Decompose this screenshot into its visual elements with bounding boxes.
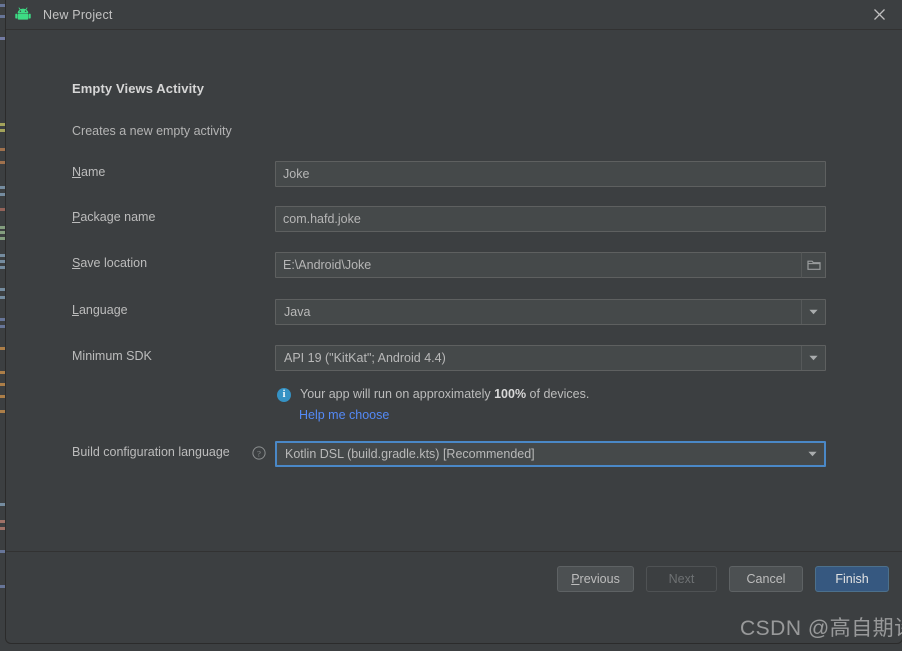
package-name-label-rest: ackage name (80, 210, 156, 224)
name-label-mnemonic: N (72, 165, 82, 179)
devices-info-message: i Your app will run on approximately 100… (277, 387, 589, 402)
previous-button[interactable]: Previous (557, 566, 634, 592)
devices-info-text: Your app will run on approximately 100% … (300, 387, 589, 401)
folder-icon[interactable] (801, 252, 826, 278)
form-row-language: Language Java (6, 299, 902, 325)
language-dropdown[interactable]: Java (275, 299, 826, 325)
next-button[interactable]: Next (646, 566, 717, 592)
close-icon[interactable] (856, 0, 902, 29)
previous-button-mnemonic: P (571, 572, 580, 586)
save-location-input[interactable] (275, 252, 826, 278)
template-description: Creates a new empty activity (72, 124, 232, 138)
help-circle-icon[interactable]: ? (252, 446, 266, 460)
build-config-value: Kotlin DSL (build.gradle.kts) [Recommend… (285, 447, 535, 461)
info-percent: 100% (494, 387, 527, 401)
minimum-sdk-value: API 19 ("KitKat"; Android 4.4) (284, 351, 446, 365)
cancel-button[interactable]: Cancel (729, 566, 803, 592)
chevron-down-icon[interactable] (801, 300, 825, 324)
build-config-label: Build configuration language (72, 445, 230, 459)
info-text-before: Your app will run on approximately (300, 387, 495, 401)
finish-button[interactable]: Finish (815, 566, 889, 592)
save-location-label: Save location (72, 256, 147, 270)
name-label-rest: ame (81, 165, 106, 179)
dialog-footer: Previous Next Cancel Finish (6, 551, 902, 612)
previous-button-rest: revious (579, 572, 620, 586)
minimum-sdk-dropdown[interactable]: API 19 ("KitKat"; Android 4.4) (275, 345, 826, 371)
save-location-label-rest: ave location (80, 256, 148, 270)
template-title: Empty Views Activity (72, 81, 205, 96)
dialog-titlebar: New Project (6, 0, 902, 30)
chevron-down-icon[interactable] (801, 443, 824, 465)
android-robot-icon (15, 6, 31, 23)
svg-text:?: ? (257, 448, 261, 458)
chevron-down-icon[interactable] (801, 346, 825, 370)
package-name-input[interactable] (275, 206, 826, 232)
minimum-sdk-label: Minimum SDK (72, 349, 152, 363)
form-row-minimum-sdk: Minimum SDK API 19 ("KitKat"; Android 4.… (6, 345, 902, 371)
language-label-mnemonic: L (72, 303, 79, 317)
build-config-dropdown[interactable]: Kotlin DSL (build.gradle.kts) [Recommend… (275, 441, 826, 467)
info-text-after: of devices. (526, 387, 590, 401)
name-input[interactable] (275, 161, 826, 187)
language-value: Java (284, 305, 311, 319)
new-project-dialog: New Project Empty Views Activity Creates… (6, 0, 902, 643)
help-me-choose-link[interactable]: Help me choose (299, 408, 389, 422)
language-label-rest: anguage (78, 303, 128, 317)
form-row-name: Name (6, 161, 902, 187)
dialog-body: Empty Views Activity Creates a new empty… (6, 30, 902, 612)
form-row-package-name: Package name (6, 206, 902, 232)
info-circle-icon: i (277, 388, 291, 402)
package-name-label: Package name (72, 210, 155, 224)
name-label: Name (72, 165, 105, 179)
dialog-title: New Project (43, 7, 113, 22)
form-row-build-config: Build configuration language Kotlin DSL … (6, 441, 902, 467)
form-row-save-location: Save location (6, 252, 902, 278)
language-label: Language (72, 303, 128, 317)
